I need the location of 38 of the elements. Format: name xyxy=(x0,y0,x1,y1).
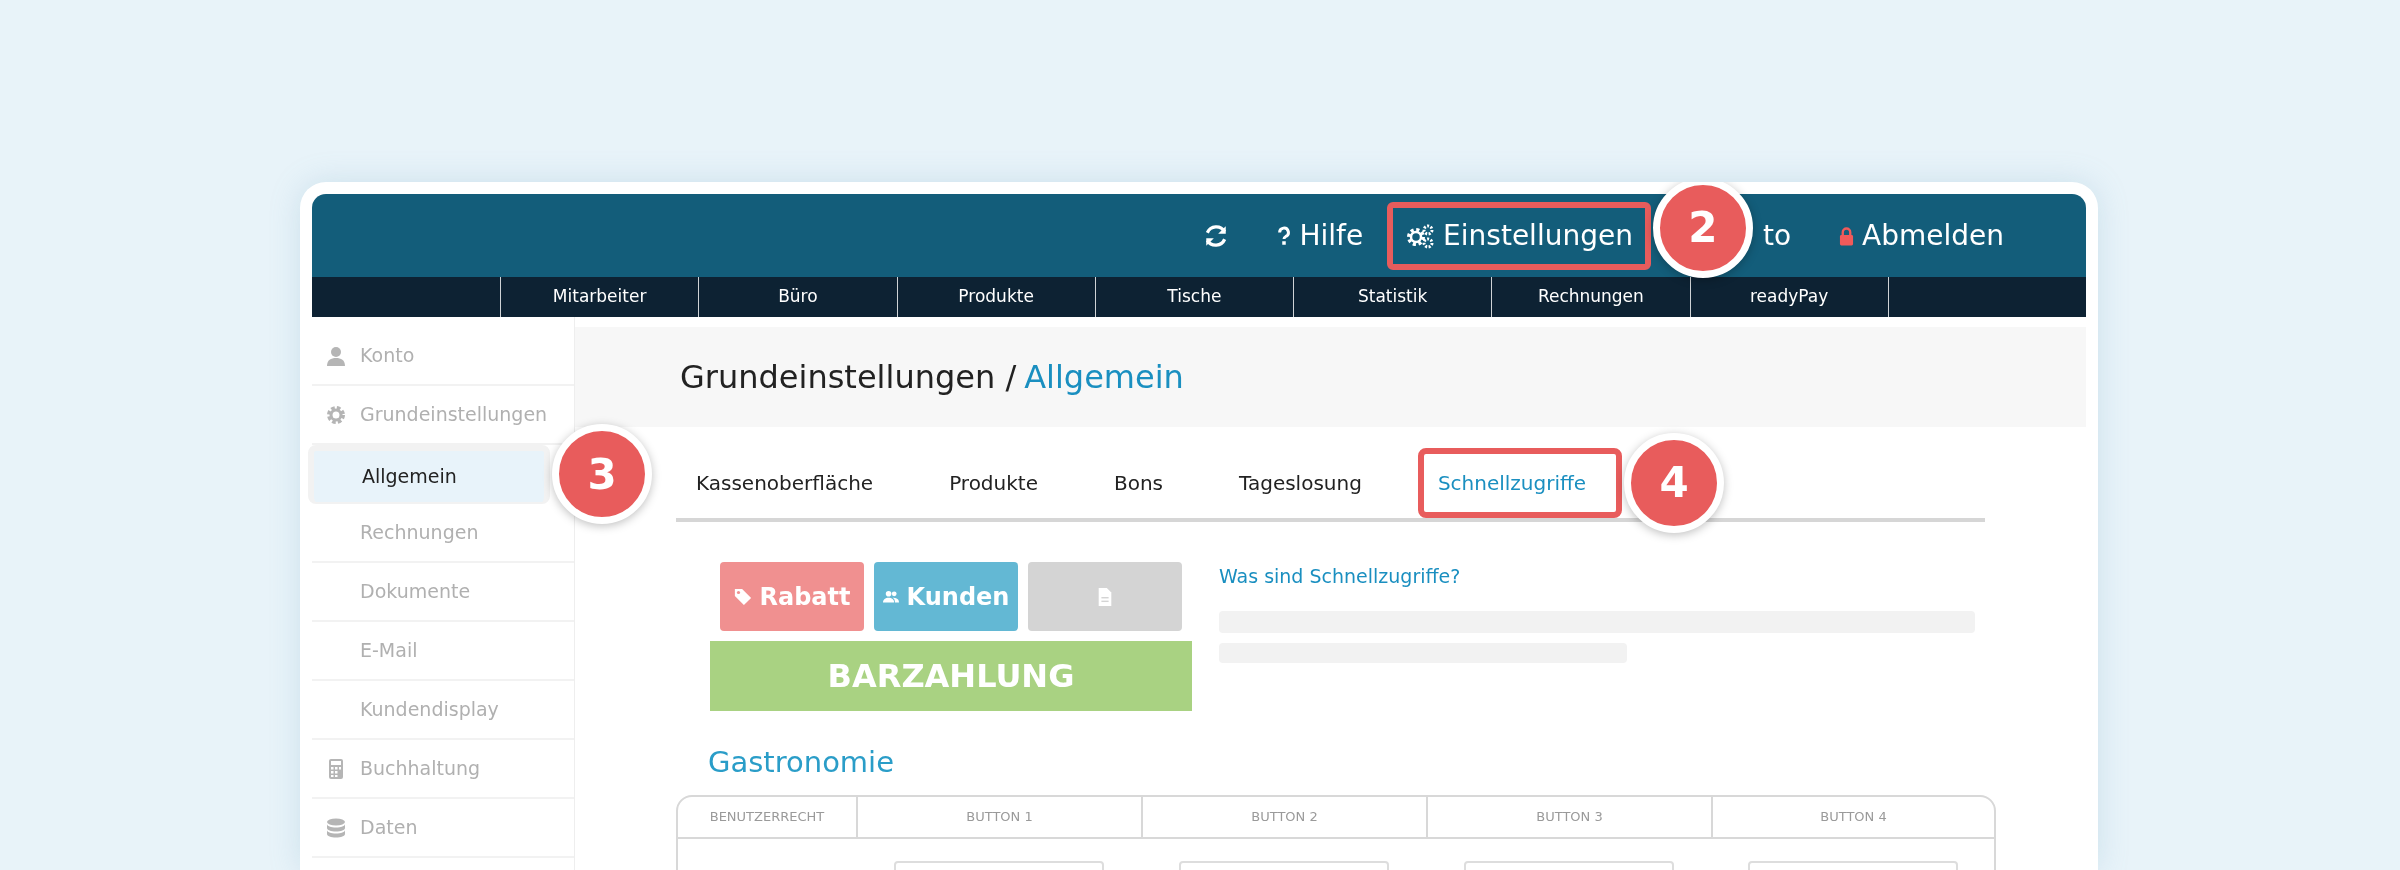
breadcrumb-current: Allgemein xyxy=(1024,357,1184,398)
column-header: BUTTON 3 xyxy=(1426,796,1711,837)
tab[interactable]: Bons xyxy=(1097,447,1180,518)
shortcut-button[interactable] xyxy=(1028,562,1182,631)
sidebar-item[interactable]: Allgemein xyxy=(308,445,550,504)
tab[interactable]: Tageslosung xyxy=(1223,447,1378,518)
callout-badge: 2 xyxy=(1652,182,1753,278)
account-link[interactable]: to xyxy=(1762,214,1792,257)
breadcrumb-parent: Grundeinstellungen / xyxy=(680,357,1017,398)
menu-item[interactable]: Mitarbeiter xyxy=(500,277,699,317)
logout-link[interactable]: Abmelden xyxy=(1862,214,2004,257)
section-title: Gastronomie xyxy=(708,744,896,781)
database-icon xyxy=(326,817,346,838)
people-icon xyxy=(882,588,899,605)
tab[interactable]: Schnellzugriffe xyxy=(1417,447,1623,518)
menu-item[interactable]: readyPay xyxy=(1689,277,1888,317)
lock-icon xyxy=(1839,225,1855,246)
help-link[interactable]: Was sind Schnellzugriffe? xyxy=(1219,562,2086,591)
menu-item[interactable]: Rechnungen xyxy=(1491,277,1690,317)
tag-icon xyxy=(733,587,752,606)
menu-item[interactable]: Produkte xyxy=(896,277,1095,317)
column-header: BUTTON 2 xyxy=(1141,796,1426,837)
calculator-icon xyxy=(326,758,346,779)
column-header: BUTTON 4 xyxy=(1711,796,1994,837)
document-icon xyxy=(1096,587,1114,606)
tab[interactable]: Kassenoberfläche xyxy=(680,447,890,518)
help-link[interactable]: Hilfe xyxy=(1299,214,1364,257)
help-icon xyxy=(1277,225,1292,246)
person-icon xyxy=(326,345,346,366)
settings-button[interactable]: Einstellungen xyxy=(1387,201,1651,270)
menu-item[interactable]: Statistik xyxy=(1293,277,1492,317)
menu-item[interactable]: Tische xyxy=(1094,277,1293,317)
column-header: BUTTON 1 xyxy=(856,796,1141,837)
tab[interactable]: Produkte xyxy=(933,447,1054,518)
gear-icon xyxy=(326,404,346,425)
gears-icon xyxy=(1405,222,1436,249)
menu-item[interactable]: Büro xyxy=(698,277,897,317)
column-header: BENUTZERRECHT xyxy=(708,807,826,826)
